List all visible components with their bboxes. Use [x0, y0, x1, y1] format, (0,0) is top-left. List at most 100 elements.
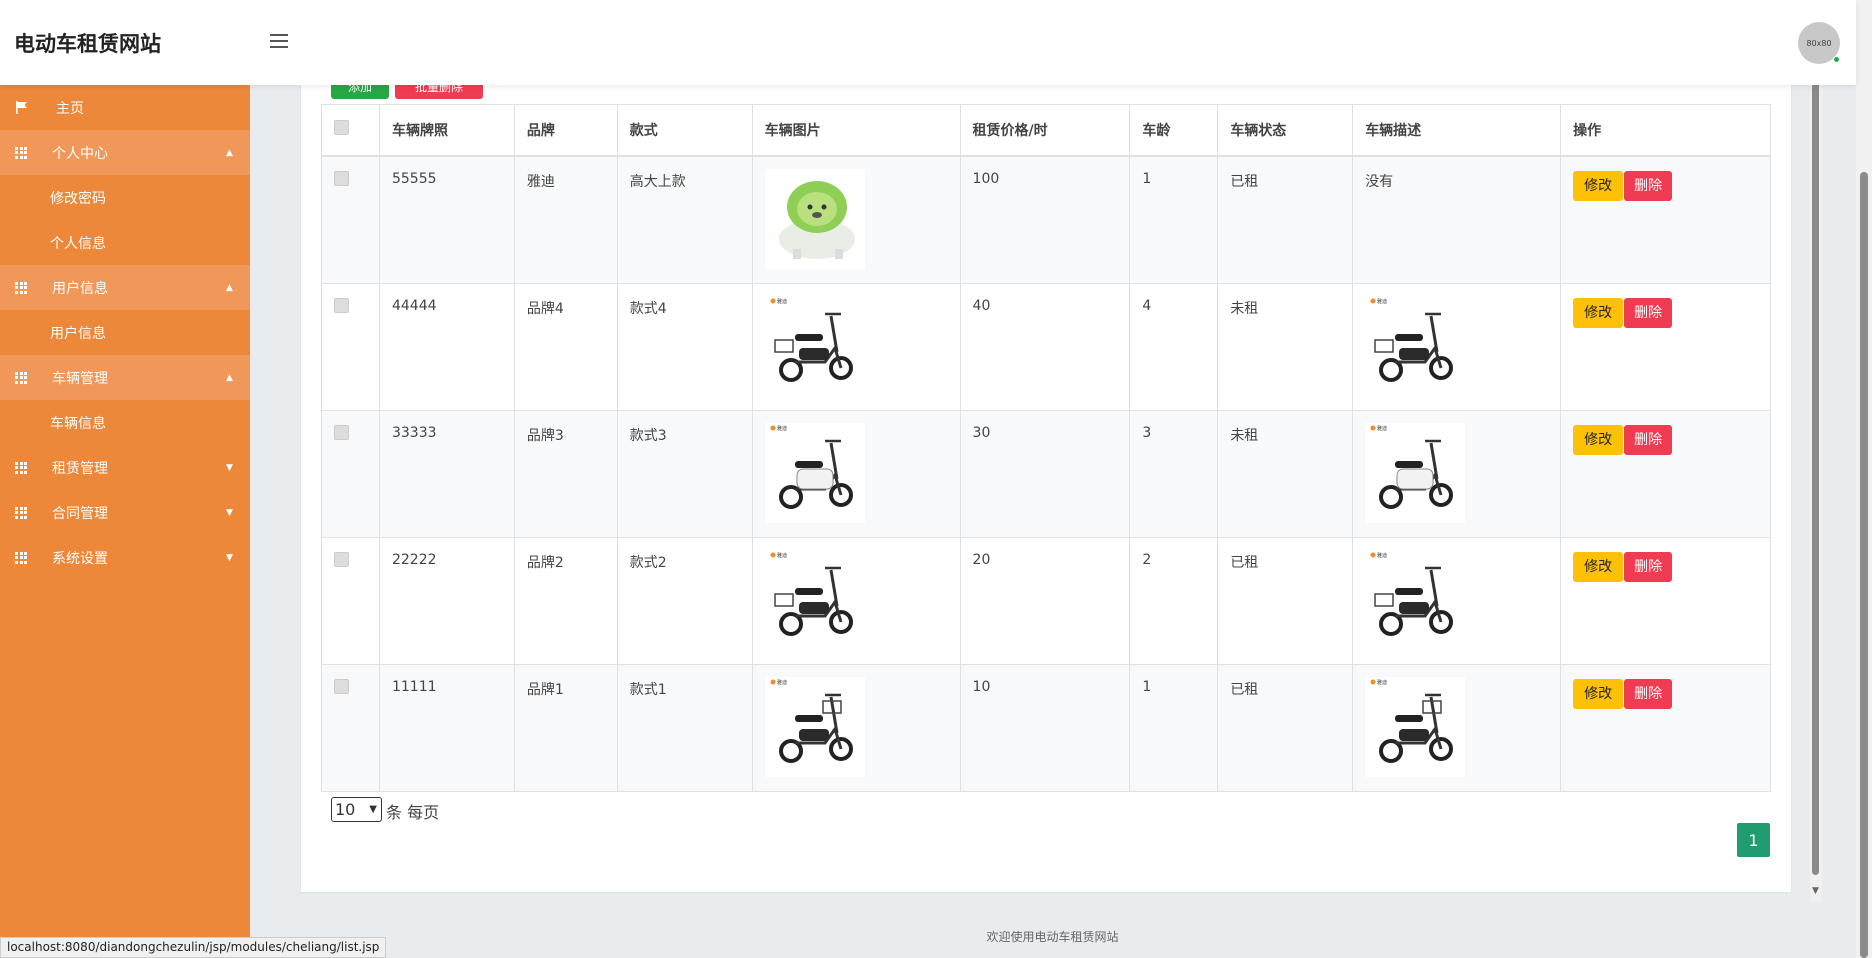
delete-button[interactable]: 删除 [1624, 170, 1673, 201]
sidebar-group[interactable]: 个人中心 ▲ [0, 130, 250, 175]
actions-cell: 修改 删除 [1560, 409, 1771, 538]
row-checkbox[interactable] [334, 424, 349, 440]
page-button-current[interactable]: 1 [1737, 823, 1770, 857]
sidebar-group[interactable]: 用户信息 ▲ [0, 265, 250, 310]
sidebar-group-label: 用户信息 [52, 280, 108, 297]
sidebar-group-label: 租赁管理 [52, 460, 108, 477]
column-header: 品牌 [513, 104, 618, 157]
table-row: 33333 品牌3 款式3 雅迪 30 3 未租 雅迪 修改 删除 [321, 409, 1771, 538]
chevron-down-icon: ▼ [369, 804, 377, 815]
image-cell: 雅迪 [751, 409, 961, 538]
page-size-value: 10 [335, 800, 356, 819]
scooter-white-image: 雅迪 [764, 422, 865, 523]
row-checkbox[interactable] [334, 678, 349, 694]
price-cell: 20 [959, 536, 1131, 665]
table-header-row: 车辆牌照 品牌 款式 车辆图片 租赁价格/时 车龄 车辆状态 车辆描述 操作 [321, 104, 1771, 157]
row-select-cell[interactable] [321, 663, 380, 792]
page-size-label: 条 每页 [386, 803, 440, 822]
sidebar-group[interactable]: 合同管理 ▼ [0, 490, 250, 535]
actions-cell: 修改 删除 [1560, 536, 1771, 665]
edit-button[interactable]: 修改 [1573, 297, 1624, 328]
image-cell [751, 155, 961, 284]
row-select-cell[interactable] [321, 536, 380, 665]
actions-cell: 修改 删除 [1560, 282, 1771, 411]
sidebar-group[interactable]: 系统设置 ▼ [0, 535, 250, 580]
menu-toggle-icon[interactable] [270, 34, 288, 48]
cabbage-dog-image [764, 168, 865, 269]
sidebar-group[interactable]: 租赁管理 ▼ [0, 445, 250, 490]
column-header: 操作 [1560, 104, 1771, 157]
sidebar-subitem[interactable]: 个人信息 [0, 220, 250, 265]
page-size-select[interactable]: 10 ▼ [331, 797, 382, 822]
sidebar-subitem[interactable]: 车辆信息 [0, 400, 250, 445]
vehicle-table: 车辆牌照 品牌 款式 车辆图片 租赁价格/时 车龄 车辆状态 车辆描述 操作 5… [321, 104, 1771, 792]
price-cell: 40 [959, 282, 1131, 411]
row-checkbox[interactable] [334, 170, 349, 186]
sidebar-item-home[interactable]: 主页 [0, 85, 250, 130]
style-cell: 款式2 [616, 536, 753, 665]
row-select-cell[interactable] [321, 155, 380, 284]
scooter-small-image: 雅迪 [764, 676, 865, 777]
image-cell: 雅迪 [751, 536, 961, 665]
edit-button[interactable]: 修改 [1573, 170, 1624, 201]
select-all-checkbox[interactable] [334, 120, 349, 136]
status-cell: 已租 [1217, 155, 1354, 284]
age-cell: 3 [1129, 409, 1219, 538]
style-cell: 高大上款 [616, 155, 753, 284]
delete-button[interactable]: 删除 [1624, 551, 1673, 582]
content-scrollbar[interactable] [1810, 72, 1822, 902]
edit-button[interactable]: 修改 [1573, 678, 1624, 709]
description-cell: 雅迪 [1352, 536, 1562, 665]
chevron-up-icon: ▲ [226, 372, 233, 383]
scroll-down-arrow-icon[interactable]: ▼ [1812, 886, 1819, 896]
image-cell: 雅迪 [751, 282, 961, 411]
plate-cell: 55555 [378, 155, 515, 284]
scooter-black-basket-image: 雅迪 [764, 549, 865, 650]
chevron-down-icon: ▼ [226, 552, 233, 563]
grid-icon [14, 551, 28, 565]
sidebar-subitem[interactable]: 修改密码 [0, 175, 250, 220]
site-brand: 电动车租赁网站 [14, 32, 161, 56]
column-header: 车辆状态 [1217, 104, 1354, 157]
svg-text:雅迪: 雅迪 [1377, 425, 1387, 432]
svg-text:雅迪: 雅迪 [777, 552, 787, 559]
sidebar-group[interactable]: 车辆管理 ▲ [0, 355, 250, 400]
brand-cell: 品牌3 [513, 409, 618, 538]
status-cell: 已租 [1217, 536, 1354, 665]
row-select-cell[interactable] [321, 282, 380, 411]
table-row: 22222 品牌2 款式2 雅迪 20 2 已租 雅迪 修改 删除 [321, 536, 1771, 665]
row-checkbox[interactable] [334, 551, 349, 567]
delete-button[interactable]: 删除 [1624, 297, 1673, 328]
status-cell: 已租 [1217, 663, 1354, 792]
brand-cell: 雅迪 [513, 155, 618, 284]
delete-button[interactable]: 删除 [1624, 424, 1673, 455]
sidebar-subitem[interactable]: 用户信息 [0, 310, 250, 355]
grid-icon [14, 281, 28, 295]
row-checkbox[interactable] [334, 297, 349, 313]
age-cell: 1 [1129, 663, 1219, 792]
description-cell: 雅迪 [1352, 663, 1562, 792]
svg-text:雅迪: 雅迪 [777, 425, 787, 432]
select-all-cell[interactable] [321, 104, 380, 157]
scooter-black-basket-image: 雅迪 [1365, 549, 1466, 650]
plate-cell: 11111 [378, 663, 515, 792]
description-cell: 雅迪 [1352, 409, 1562, 538]
grid-icon [14, 371, 28, 385]
description-text: 没有 [1365, 173, 1394, 190]
price-cell: 100 [959, 155, 1131, 284]
chevron-up-icon: ▲ [226, 147, 233, 158]
window-scrollbar-thumb[interactable] [1860, 172, 1868, 958]
edit-button[interactable]: 修改 [1573, 424, 1624, 455]
brand-cell: 品牌4 [513, 282, 618, 411]
image-cell: 雅迪 [751, 663, 961, 792]
scooter-black-basket-image: 雅迪 [1365, 295, 1466, 396]
delete-button[interactable]: 删除 [1624, 678, 1673, 709]
column-header: 车龄 [1129, 104, 1219, 157]
row-select-cell[interactable] [321, 409, 380, 538]
content-scrollbar-thumb[interactable] [1812, 72, 1819, 875]
edit-button[interactable]: 修改 [1573, 551, 1624, 582]
sidebar-group-label: 系统设置 [52, 550, 108, 567]
online-status-dot [1833, 56, 1840, 63]
price-cell: 10 [959, 663, 1131, 792]
window-scrollbar[interactable] [1856, 0, 1872, 958]
